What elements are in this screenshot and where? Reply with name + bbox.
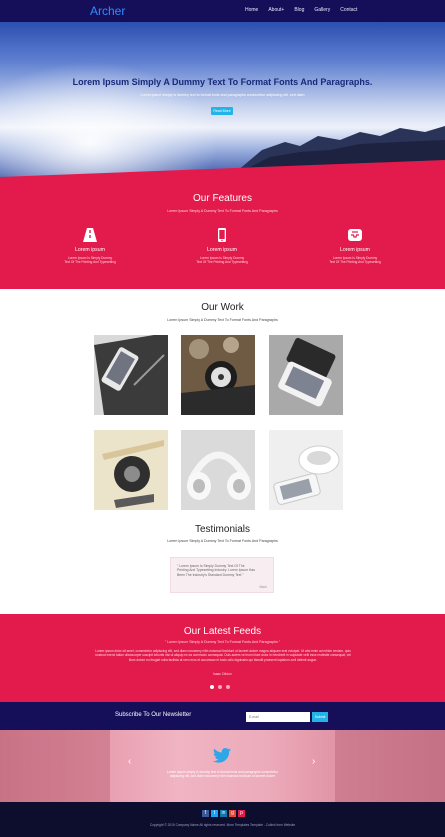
coffee-phone-image [269, 430, 343, 510]
phone-on-notebook-image [94, 335, 168, 415]
nav-blog-link[interactable]: Blog [294, 7, 304, 13]
work-tile-phone-stack[interactable] [269, 335, 343, 415]
nav-contact-link[interactable]: Contact [340, 7, 357, 13]
features-title: Our Features [193, 193, 252, 204]
feature-title: Lorem ipsum [75, 247, 105, 253]
work-title: Our Work [201, 302, 244, 313]
google-plus-icon[interactable]: g [229, 810, 236, 817]
site-logo[interactable]: Archer [90, 4, 125, 18]
latest-feeds-section: Our Latest Feeds " Lorem Ipsum Simply A … [0, 614, 445, 702]
feeds-pagination [210, 685, 230, 689]
feature-item: Lorem ipsum Lorem Ipsum Is Simply Dummy … [45, 227, 135, 264]
feeds-subtitle: " Lorem Ipsum Simply A Dummy Text To For… [164, 640, 281, 644]
copyright-text: Copyright © 2015 Company Name All rights… [149, 823, 296, 827]
background-photo [0, 730, 110, 802]
feature-desc-line: Text Of The Printing And Typesetting [64, 260, 116, 265]
features-section: Our Features Lorem Ipsum Simply A Dummy … [0, 177, 445, 289]
social-links: f t in g p [202, 810, 245, 817]
pinterest-icon[interactable]: p [238, 810, 245, 817]
work-tile-coffee[interactable] [269, 430, 343, 510]
testimonial-card: " Lorem Ipsum Is Simply Dummy Text Of Th… [170, 557, 274, 593]
tweet-text-line: adipiscing elit, sed diam nonummy nibh e… [169, 774, 276, 779]
work-subtitle: Lorem Ipsum Simply A Dummy Text To Forma… [167, 318, 278, 322]
feeds-author: Isaac Clinton [213, 672, 232, 676]
hero-mountain-image [0, 126, 445, 177]
mobile-icon [218, 228, 226, 242]
nav-gallery-link[interactable]: Gallery [314, 7, 330, 13]
features-subtitle: Lorem Ipsum Simply A Dummy Text To Forma… [167, 209, 278, 213]
tweet-text: Lorem ipsum simply is dummy text to form… [140, 770, 305, 779]
feature-title: Lorem ipsum [207, 247, 237, 253]
twitter-slider: ‹ › Lorem ipsum simply is dummy text to … [0, 730, 445, 802]
main-menu: Home About+ Blog Gallery Contact [245, 7, 357, 13]
testimonial-author: Mark [259, 585, 267, 589]
hero-banner: Lorem Ipsum Simply A Dummy Text To Forma… [0, 22, 445, 177]
twitter-icon[interactable]: t [211, 810, 218, 817]
feature-desc-line: Text Of The Printing And Typesetting [329, 260, 381, 265]
newsletter-email-input[interactable] [246, 712, 310, 722]
motorbike-gauge-image [181, 335, 255, 415]
feature-title: Lorem ipsum [340, 247, 370, 253]
feeds-body: Lorem ipsum dolor sit amet, consectetur … [95, 649, 351, 662]
headphones-image [181, 430, 255, 510]
feature-desc: Lorem Ipsum Is Simply Dummy Text Of The … [310, 256, 400, 264]
newsletter-submit-button[interactable]: Submit [312, 712, 328, 722]
facebook-icon[interactable]: f [202, 810, 209, 817]
feature-item: Lorem ipsum Lorem Ipsum Is Simply Dummy … [177, 227, 267, 264]
slider-prev-arrow-icon[interactable]: ‹ [128, 756, 131, 767]
feature-desc: Lorem Ipsum Is Simply Dummy Text Of The … [177, 256, 267, 264]
nav-about-link[interactable]: About+ [268, 7, 284, 13]
testimonial-quote: " Lorem Ipsum Is Simply Dummy Text Of Th… [177, 564, 255, 577]
read-more-button[interactable]: Read More [211, 107, 233, 115]
pagination-dot[interactable] [218, 685, 222, 689]
site-footer: f t in g p Copyright © 2015 Company Name… [0, 802, 445, 837]
work-tile-motorbike[interactable] [181, 335, 255, 415]
work-tile-plane[interactable] [94, 430, 168, 510]
feature-desc-line: Text Of The Printing And Typesetting [196, 260, 248, 265]
work-tile-phone[interactable] [94, 335, 168, 415]
nav-home-link[interactable]: Home [245, 7, 258, 13]
pagination-dot[interactable] [210, 685, 214, 689]
linkedin-icon[interactable]: in [220, 810, 227, 817]
testimonials-title: Testimonials [194, 524, 251, 535]
vintage-plane-image [94, 430, 168, 510]
phones-stack-image [269, 335, 343, 415]
slider-next-arrow-icon[interactable]: › [312, 756, 315, 767]
feature-desc: Lorem Ipsum Is Simply Dummy Text Of The … [45, 256, 135, 264]
twitter-bird-icon [213, 748, 231, 763]
pagination-dot[interactable] [226, 685, 230, 689]
inbox-icon [348, 229, 362, 241]
work-tile-headphones[interactable] [181, 430, 255, 510]
newsletter-label: Subscribe To Our Newsletter [115, 712, 192, 718]
top-navbar: Archer Home About+ Blog Gallery Contact [0, 0, 445, 22]
feeds-title: Our Latest Feeds [183, 626, 262, 637]
hero-title: Lorem Ipsum Simply A Dummy Text To Forma… [72, 77, 373, 87]
road-icon [83, 228, 97, 242]
hero-subtitle: Lorem ipsum simply is dummy text to form… [140, 93, 305, 97]
background-photo [335, 730, 445, 802]
newsletter-bar: Subscribe To Our Newsletter Submit [0, 702, 445, 730]
feature-item: Lorem ipsum Lorem Ipsum Is Simply Dummy … [310, 227, 400, 264]
testimonials-subtitle: Lorem Ipsum Simply A Dummy Text To Forma… [167, 539, 278, 543]
